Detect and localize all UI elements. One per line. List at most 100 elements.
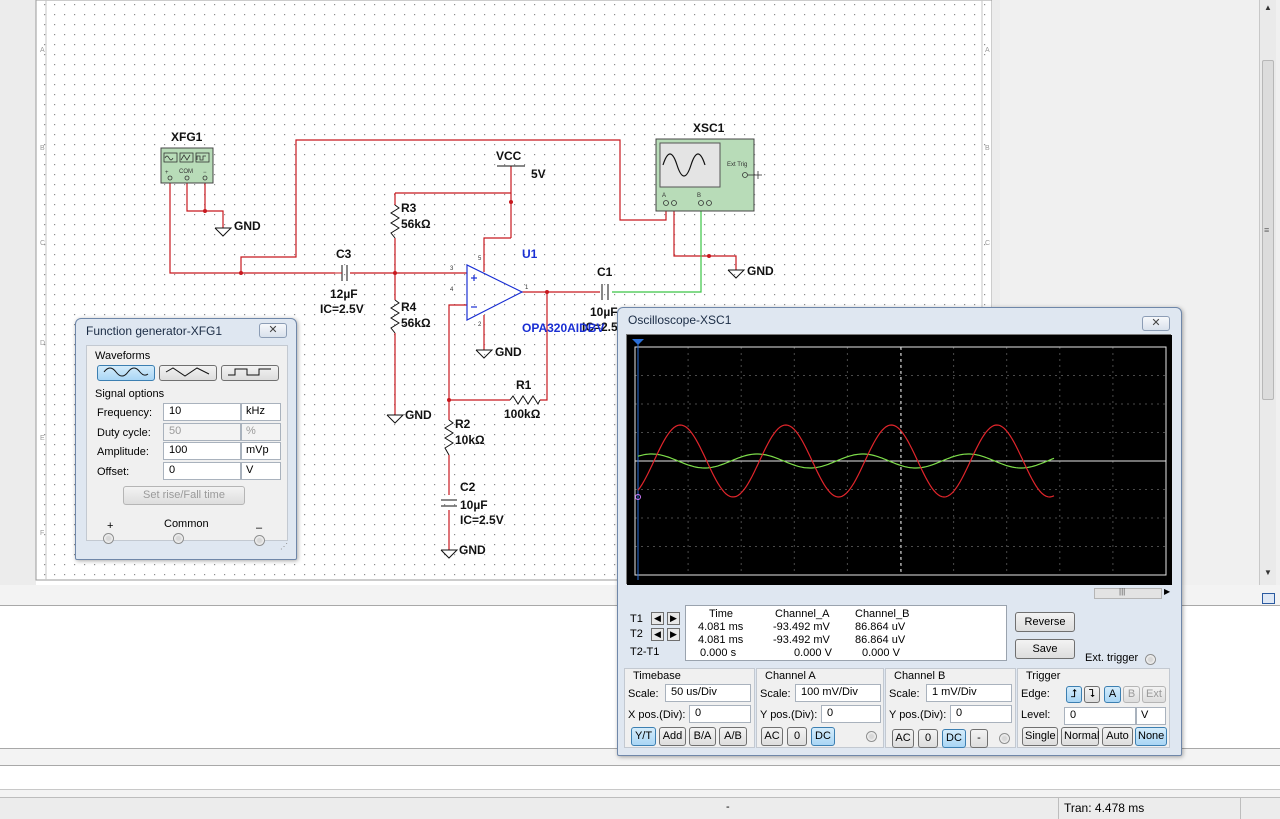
- channel-b-ypos-field[interactable]: 0: [950, 705, 1012, 723]
- oscilloscope-display[interactable]: [627, 335, 1172, 585]
- trigger-auto-button[interactable]: Auto: [1102, 727, 1133, 746]
- offset-unit[interactable]: V: [241, 462, 281, 480]
- channel-a-ac-button[interactable]: AC: [761, 727, 783, 746]
- channel-b-dc-button[interactable]: DC: [942, 729, 966, 748]
- t1-right-arrow-icon[interactable]: ▶: [667, 612, 680, 625]
- channel-a-terminal[interactable]: [866, 731, 877, 742]
- label-c1-value[interactable]: 10µF: [590, 305, 618, 319]
- label-xfg1[interactable]: XFG1: [171, 130, 203, 144]
- scroll-down-icon[interactable]: ▼: [1264, 568, 1272, 577]
- label-r3[interactable]: R3: [401, 201, 417, 215]
- mode-ab-button[interactable]: A/B: [719, 727, 747, 746]
- label-r4-value[interactable]: 56kΩ: [401, 316, 431, 330]
- channel-a-scale-field[interactable]: 100 mV/Div: [795, 684, 881, 702]
- channel-b-minus-button[interactable]: -: [970, 729, 988, 748]
- tab-strip-pane[interactable]: [0, 765, 1280, 790]
- t2-left-arrow-icon[interactable]: ◀: [651, 628, 664, 641]
- trigger-normal-button[interactable]: Normal: [1061, 727, 1099, 746]
- rising-edge-icon[interactable]: ⮥: [1066, 686, 1082, 703]
- label-gnd-4[interactable]: GND: [459, 543, 486, 557]
- label-r2[interactable]: R2: [455, 417, 471, 431]
- trigger-source-b-button[interactable]: B: [1123, 686, 1140, 703]
- label-r1-value[interactable]: 100kΩ: [504, 407, 541, 421]
- offset-label: Offset:: [97, 466, 130, 478]
- close-icon[interactable]: ✕: [259, 323, 287, 338]
- label-gnd-2[interactable]: GND: [405, 408, 432, 422]
- ext-trigger-terminal[interactable]: [1145, 654, 1156, 665]
- waveforms-label: Waveforms: [95, 350, 151, 362]
- svg-text:E: E: [40, 435, 45, 442]
- label-u1[interactable]: U1: [522, 247, 538, 261]
- label-gnd-3[interactable]: GND: [495, 345, 522, 359]
- frequency-field[interactable]: 10: [163, 403, 241, 421]
- channel-a-zero-button[interactable]: 0: [787, 727, 807, 746]
- mode-yt-button[interactable]: Y/T: [631, 727, 656, 746]
- xfg-plus-label: +: [165, 170, 169, 176]
- label-r3-value[interactable]: 56kΩ: [401, 217, 431, 231]
- readout-header-time: Time: [709, 608, 734, 620]
- label-r4[interactable]: R4: [401, 300, 417, 314]
- sine-wave-button[interactable]: [97, 365, 155, 381]
- label-vcc-value[interactable]: 5V: [531, 167, 546, 181]
- frequency-unit[interactable]: kHz: [241, 403, 281, 421]
- function-generator-window[interactable]: Function generator-XFG1 ✕ Waveforms Sign…: [75, 318, 297, 560]
- workspace-vertical-scrollbar[interactable]: ▲ ≡ ▼: [1259, 0, 1276, 585]
- trigger-source-ext-button[interactable]: Ext: [1142, 686, 1166, 703]
- channel-a-dc-button[interactable]: DC: [811, 727, 835, 746]
- duty-cycle-field[interactable]: 50: [163, 423, 241, 441]
- falling-edge-icon[interactable]: ⮧: [1084, 686, 1100, 703]
- label-u1-part[interactable]: OPA320AIDBV: [522, 321, 604, 335]
- duty-cycle-unit[interactable]: %: [241, 423, 281, 441]
- label-c2[interactable]: C2: [460, 480, 476, 494]
- restore-pane-icon[interactable]: [1262, 593, 1275, 604]
- common-terminal[interactable]: [173, 533, 184, 544]
- display-horizontal-scrollbar[interactable]: |||: [1094, 587, 1162, 599]
- offset-field[interactable]: 0: [163, 462, 241, 480]
- mode-ba-button[interactable]: B/A: [689, 727, 716, 746]
- label-r2-value[interactable]: 10kΩ: [455, 433, 485, 447]
- channel-b-terminal[interactable]: [999, 733, 1010, 744]
- minus-terminal[interactable]: [254, 535, 265, 546]
- readout-t1-time: 4.081 ms: [698, 621, 744, 633]
- plus-terminal[interactable]: [103, 533, 114, 544]
- close-icon[interactable]: ✕: [1142, 316, 1170, 331]
- set-rise-fall-time-button[interactable]: Set rise/Fall time: [123, 486, 245, 505]
- level-field[interactable]: 0: [1064, 707, 1136, 725]
- reverse-button[interactable]: Reverse: [1015, 612, 1075, 632]
- oscilloscope-screen[interactable]: [626, 334, 1172, 585]
- xpos-label: X pos.(Div):: [628, 709, 686, 721]
- trigger-source-a-button[interactable]: A: [1104, 686, 1121, 703]
- scroll-up-icon[interactable]: ▲: [1264, 3, 1272, 12]
- t2-right-arrow-icon[interactable]: ▶: [667, 628, 680, 641]
- save-button[interactable]: Save: [1015, 639, 1075, 659]
- t1-left-arrow-icon[interactable]: ◀: [651, 612, 664, 625]
- triangle-wave-button[interactable]: [159, 365, 217, 381]
- mode-add-button[interactable]: Add: [659, 727, 686, 746]
- label-c1[interactable]: C1: [597, 265, 613, 279]
- label-c3-value[interactable]: 12µF: [330, 287, 358, 301]
- label-r1[interactable]: R1: [516, 378, 532, 392]
- channel-b-zero-button[interactable]: 0: [918, 729, 938, 748]
- label-c3[interactable]: C3: [336, 247, 352, 261]
- timebase-scale-field[interactable]: 50 us/Div: [665, 684, 751, 702]
- label-gnd-5[interactable]: GND: [747, 264, 774, 278]
- amplitude-field[interactable]: 100: [163, 442, 241, 460]
- label-vcc[interactable]: VCC: [496, 149, 522, 163]
- trigger-single-button[interactable]: Single: [1022, 727, 1058, 746]
- label-c2-ic[interactable]: IC=2.5V: [460, 513, 504, 527]
- channel-a-ypos-field[interactable]: 0: [821, 705, 881, 723]
- amplitude-unit[interactable]: mVp: [241, 442, 281, 460]
- label-xsc1[interactable]: XSC1: [693, 121, 725, 135]
- square-wave-button[interactable]: [221, 365, 279, 381]
- oscilloscope-window[interactable]: Oscilloscope-XSC1 ✕ ||| ▶ T1 T2 T2-T1 ◀ …: [617, 307, 1182, 756]
- scroll-right-icon[interactable]: ▶: [1164, 587, 1170, 596]
- channel-b-ac-button[interactable]: AC: [892, 729, 914, 748]
- level-unit[interactable]: V: [1136, 707, 1166, 725]
- channel-b-scale-field[interactable]: 1 mV/Div: [926, 684, 1012, 702]
- resize-grip-icon[interactable]: ⋰: [280, 542, 288, 551]
- trigger-none-button[interactable]: None: [1135, 727, 1167, 746]
- label-c3-ic[interactable]: IC=2.5V: [320, 302, 364, 316]
- label-gnd-1[interactable]: GND: [234, 219, 261, 233]
- xpos-field[interactable]: 0: [689, 705, 751, 723]
- label-c2-value[interactable]: 10µF: [460, 498, 488, 512]
